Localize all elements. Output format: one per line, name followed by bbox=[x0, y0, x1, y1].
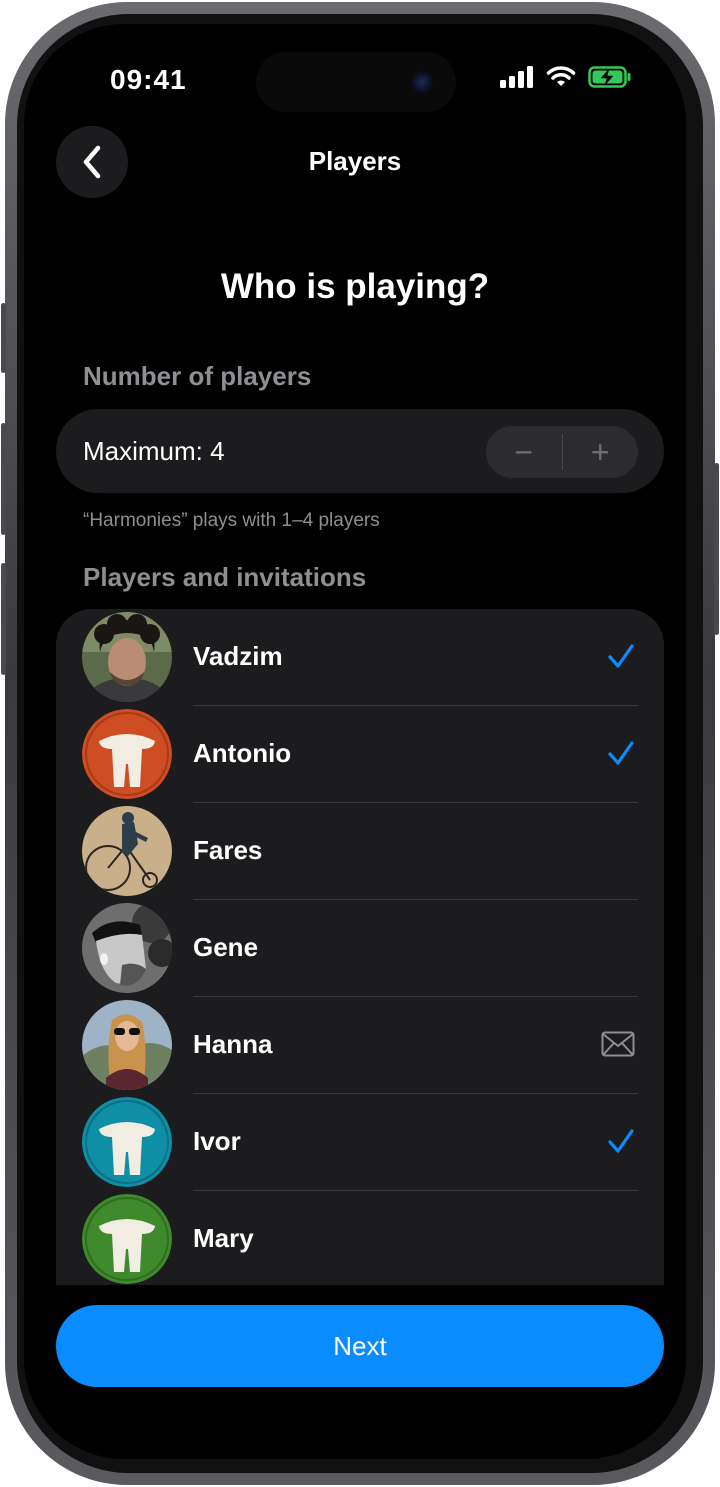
number-of-players-label: Number of players bbox=[83, 361, 312, 391]
status-icons bbox=[500, 66, 632, 88]
players-list: Vadzim Antonio Fares Gene Hanna Ivor Mar… bbox=[56, 609, 664, 1285]
player-row[interactable]: Hanna bbox=[56, 997, 664, 1094]
player-range-note: “Harmonies” plays with 1–4 players bbox=[83, 510, 380, 531]
envelope-icon bbox=[601, 1031, 635, 1057]
status-bar: 09:41 bbox=[24, 24, 686, 134]
battery-charging-icon bbox=[588, 66, 631, 88]
player-name: Hanna bbox=[193, 1029, 273, 1059]
mushroom-avatar bbox=[82, 709, 172, 799]
player-row[interactable]: Vadzim bbox=[56, 609, 664, 706]
player-row[interactable]: Antonio bbox=[56, 706, 664, 803]
decrement-button[interactable]: − bbox=[486, 426, 562, 478]
volume-up-button bbox=[1, 423, 6, 535]
screen: 09:41 Players Who is playing? Number of … bbox=[24, 24, 686, 1459]
camera-icon bbox=[411, 71, 433, 93]
selection-status bbox=[606, 639, 636, 673]
avatar bbox=[82, 612, 172, 702]
dynamic-island bbox=[256, 52, 456, 112]
player-name: Ivor bbox=[193, 1126, 241, 1156]
invitation-status bbox=[600, 1027, 636, 1061]
page-heading: Who is playing? bbox=[220, 267, 490, 306]
avatar bbox=[82, 903, 172, 993]
plus-icon: + bbox=[590, 433, 610, 470]
player-row[interactable]: Gene bbox=[56, 900, 664, 997]
player-row[interactable]: Fares bbox=[56, 803, 664, 900]
avatar bbox=[82, 806, 172, 896]
max-players-card: Maximum: 4 − + bbox=[56, 409, 664, 493]
nav-title: Players bbox=[308, 146, 402, 176]
players-stepper: − + bbox=[486, 426, 638, 478]
checkmark-icon bbox=[608, 1129, 634, 1153]
max-players-label: Maximum: 4 bbox=[83, 436, 225, 466]
mushroom-avatar bbox=[82, 1097, 172, 1187]
action-button bbox=[1, 303, 6, 373]
player-name: Fares bbox=[193, 835, 263, 865]
volume-down-button bbox=[1, 563, 6, 675]
avatar bbox=[82, 1000, 172, 1090]
minus-icon: − bbox=[514, 433, 534, 470]
player-row[interactable]: Mary bbox=[56, 1191, 664, 1285]
player-name: Antonio bbox=[193, 738, 292, 768]
increment-button[interactable]: + bbox=[563, 426, 639, 478]
cellular-signal-icon bbox=[500, 66, 533, 88]
selection-status bbox=[606, 736, 636, 770]
checkmark-icon bbox=[608, 644, 634, 668]
power-button bbox=[714, 463, 719, 635]
selection-status bbox=[606, 1124, 636, 1158]
checkmark-icon bbox=[608, 741, 634, 765]
wifi-icon bbox=[546, 66, 576, 86]
player-name: Vadzim bbox=[193, 641, 283, 671]
player-name: Mary bbox=[193, 1223, 254, 1253]
next-button[interactable]: Next bbox=[56, 1305, 664, 1387]
player-name: Gene bbox=[193, 932, 259, 962]
mushroom-avatar bbox=[82, 1194, 172, 1284]
status-time: 09:41 bbox=[110, 64, 187, 95]
player-row[interactable]: Ivor bbox=[56, 1094, 664, 1191]
players-invitations-label: Players and invitations bbox=[83, 562, 367, 592]
